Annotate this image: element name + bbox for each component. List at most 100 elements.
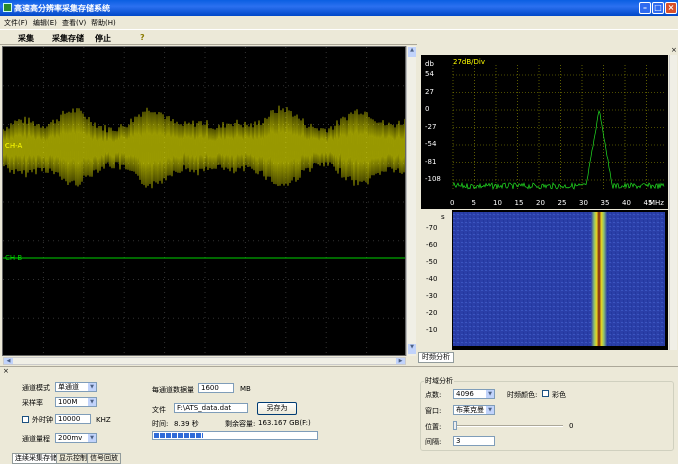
- waterfall-plot: s: [421, 210, 668, 350]
- sample-rate-select[interactable]: 100M ▼: [55, 397, 97, 407]
- spectrum-x-tick: 10: [493, 199, 502, 207]
- color-label: 彩色: [552, 391, 566, 399]
- scroll-right-arrow[interactable]: ▶: [396, 358, 405, 364]
- spectrum-x-tick: 0: [450, 199, 455, 207]
- spectrum-y-tick: 54: [425, 70, 434, 78]
- scope-hscrollbar[interactable]: ◀ ▶: [3, 357, 406, 365]
- stop-button[interactable]: 停止: [95, 33, 111, 44]
- scope-svg: [3, 47, 405, 355]
- help-icon[interactable]: ?: [140, 33, 145, 42]
- interval-input[interactable]: 3: [453, 436, 495, 446]
- spectrum-svg: [452, 65, 665, 191]
- ext-clock-unit: KHZ: [96, 416, 111, 424]
- spectrum-y-tick: -81: [425, 157, 437, 166]
- menu-help[interactable]: 帮助(H): [91, 18, 116, 28]
- file-label: 文件: [152, 406, 166, 414]
- remaining-value: 163.167 GB(F:): [258, 419, 311, 427]
- title-bar: 高速高分辨率采集存储系统 – □ ×: [0, 0, 678, 16]
- channel-b-label: CH-B: [5, 254, 23, 262]
- spectrum-y-tick: 0: [425, 105, 430, 113]
- menu-edit[interactable]: 编辑(E): [33, 18, 57, 28]
- panel-close-icon[interactable]: ×: [3, 367, 9, 375]
- scroll-up-arrow[interactable]: ▲: [408, 47, 416, 57]
- position-slider[interactable]: [453, 421, 563, 430]
- scope-scrollbar[interactable]: ▲ ▼: [406, 46, 416, 356]
- oscilloscope-display: CH-A CH-B: [2, 46, 406, 356]
- waterfall-unit: s: [441, 213, 445, 221]
- position-slider-thumb[interactable]: [453, 421, 457, 430]
- pane-close-icon[interactable]: ×: [671, 46, 677, 54]
- window-value: 布莱克曼: [456, 406, 484, 414]
- sample-rate-value: 100M: [58, 398, 78, 406]
- spectrum-x-tick: 25: [557, 199, 567, 207]
- control-panel: × 通道模式 单通道 ▼ 采样率 100M ▼ 外时钟 10000 KHZ 通道量程…: [0, 366, 678, 454]
- chevron-down-icon: ▼: [88, 398, 96, 406]
- time-label: 时间:: [152, 420, 169, 428]
- range-label: 通道量程: [22, 435, 50, 443]
- ext-clock-checkbox[interactable]: [22, 416, 29, 423]
- points-select[interactable]: 4096 ▼: [453, 389, 495, 399]
- interval-label: 间隔:: [425, 438, 442, 446]
- close-button[interactable]: ×: [665, 2, 677, 14]
- tab-display-control[interactable]: 显示控制: [56, 453, 90, 464]
- menu-bar: 文件(F) 编辑(E) 查看(V) 帮助(H): [0, 16, 678, 29]
- data-per-channel-input[interactable]: 1600: [198, 383, 234, 393]
- waterfall-y-tick: -10: [426, 326, 438, 334]
- spectrum-x-unit: MHz: [649, 199, 664, 207]
- tab-tf-analysis[interactable]: 时频分析: [418, 352, 454, 363]
- range-select[interactable]: 200mv ▼: [55, 433, 97, 443]
- channel-mode-label: 通道模式: [22, 384, 50, 392]
- data-per-channel-label: 每通道数据量: [152, 386, 194, 394]
- spectrum-x-tick: 5: [471, 199, 476, 207]
- spectrum-x-tick: 35: [600, 199, 610, 207]
- chevron-down-icon: ▼: [486, 406, 494, 414]
- window-title: 高速高分辨率采集存储系统: [14, 4, 110, 13]
- waterfall-y-tick: -70: [426, 224, 438, 232]
- scroll-left-arrow[interactable]: ◀: [4, 358, 13, 364]
- remaining-label: 剩余容量:: [225, 420, 256, 428]
- maximize-button[interactable]: □: [652, 2, 664, 14]
- channel-mode-value: 单通道: [58, 383, 79, 391]
- time-value: 8.39 秒: [174, 420, 199, 428]
- tab-signal-playback[interactable]: 信号回放: [87, 453, 121, 464]
- minimize-button[interactable]: –: [639, 2, 651, 14]
- spectrum-x-tick: 40: [622, 199, 631, 207]
- window-select[interactable]: 布莱克曼 ▼: [453, 405, 495, 415]
- waterfall-signal-band: [591, 212, 607, 346]
- spectrum-unit-label: db: [425, 60, 434, 68]
- range-value: 200mv: [58, 434, 83, 442]
- ext-clock-label: 外时钟: [32, 416, 53, 424]
- data-unit-label: MB: [240, 385, 251, 393]
- spectrum-trace: [452, 110, 665, 191]
- chevron-down-icon: ▼: [88, 434, 96, 442]
- waterfall-y-tick: -50: [426, 258, 438, 266]
- waterfall-y-tick: -20: [426, 309, 438, 317]
- spectrum-y-tick: -108: [425, 175, 441, 183]
- points-value: 4096: [456, 390, 474, 398]
- tf-color-label: 时频颜色:: [507, 391, 538, 399]
- save-as-button[interactable]: 另存为: [257, 402, 297, 415]
- scroll-down-arrow[interactable]: ▼: [408, 344, 416, 354]
- window-label: 窗口:: [425, 407, 442, 415]
- ext-clock-input[interactable]: 10000: [55, 414, 91, 424]
- menu-file[interactable]: 文件(F): [4, 18, 28, 28]
- acquire-store-button[interactable]: 采集存储: [52, 33, 84, 44]
- menu-view[interactable]: 查看(V): [62, 18, 86, 28]
- spectrum-x-tick: 15: [514, 199, 524, 207]
- acquire-button[interactable]: 采集: [18, 33, 34, 44]
- analysis-scrollbar[interactable]: [669, 55, 677, 350]
- chevron-down-icon: ▼: [486, 390, 494, 398]
- color-checkbox[interactable]: [542, 390, 549, 397]
- waterfall-y-tick: -30: [426, 292, 438, 300]
- tf-group-title: 时域分析: [424, 376, 454, 386]
- waterfall-y-tick: -60: [426, 241, 438, 249]
- channel-mode-select[interactable]: 单通道 ▼: [55, 382, 97, 392]
- position-value: 0: [569, 422, 574, 430]
- toolbar: 采集 采集存储 停止 ?: [0, 29, 678, 45]
- waterfall-y-tick: -40: [426, 275, 438, 283]
- file-path-input[interactable]: F:\ATS_data.dat: [174, 403, 248, 413]
- app-icon: [3, 3, 12, 12]
- sample-rate-label: 采样率: [22, 399, 43, 407]
- tab-continuous-store[interactable]: 连续采集存储: [12, 453, 60, 464]
- spectrum-x-tick: 20: [536, 199, 545, 207]
